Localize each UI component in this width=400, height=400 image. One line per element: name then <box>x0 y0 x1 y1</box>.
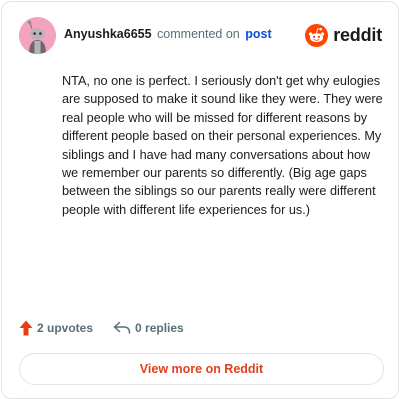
reply-action[interactable]: 0 replies <box>113 321 184 335</box>
user-avatar[interactable] <box>19 16 56 54</box>
reply-arrow-icon <box>113 321 131 334</box>
reddit-brand[interactable]: reddit <box>305 23 382 47</box>
view-more-button[interactable]: View more on Reddit <box>19 353 384 385</box>
comment-text: NTA, no one is perfect. I seriously don'… <box>62 74 383 217</box>
reddit-wordmark: reddit <box>333 24 382 45</box>
commented-on-text: commented on <box>157 27 240 41</box>
replies-count: 0 replies <box>135 321 184 335</box>
upvote-arrow-icon <box>19 320 33 336</box>
comment-meta: Anyushka6655 commented on post <box>64 26 272 42</box>
reddit-logo-icon <box>305 23 329 47</box>
username[interactable]: Anyushka6655 <box>64 27 152 41</box>
upvotes-count: 2 upvotes <box>37 321 94 335</box>
snoo-avatar-icon <box>19 16 56 54</box>
comment-header: Anyushka6655 commented on post reddit <box>19 15 382 55</box>
upvote-action[interactable]: 2 upvotes <box>19 320 93 336</box>
post-link[interactable]: post <box>245 27 271 41</box>
comment-actions: 2 upvotes 0 replies <box>19 318 184 338</box>
comment-card: Anyushka6655 commented on post reddit NT… <box>1 1 399 399</box>
